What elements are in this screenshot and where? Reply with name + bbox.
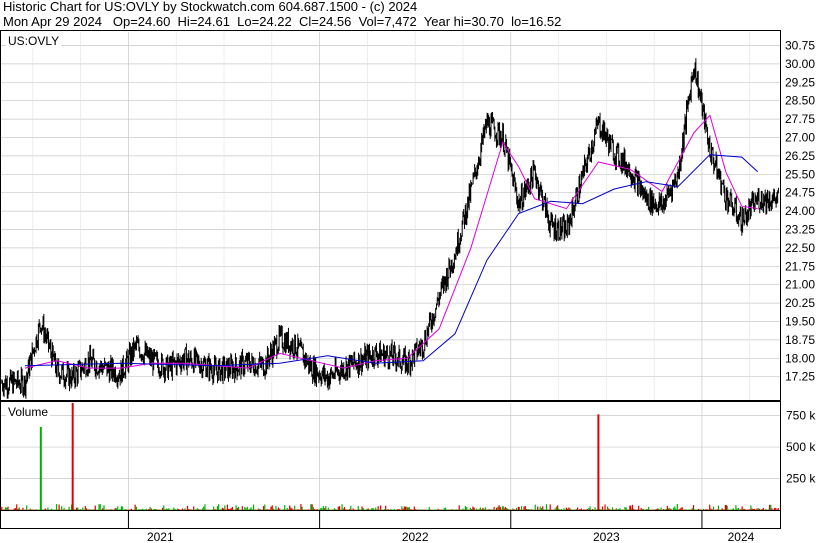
volume-tick-label: 750 k (786, 409, 816, 423)
price-tick-label: 18.00 (785, 351, 815, 365)
price-tick-label: 21.00 (785, 278, 815, 292)
time-axis-frame (0, 510, 781, 529)
price-tick-label: 17.25 (785, 370, 815, 384)
price-tick-label: 28.50 (785, 94, 815, 108)
price-tick-label: 30.75 (785, 38, 815, 52)
price-tick-label: 23.25 (785, 222, 815, 236)
price-panel-frame (0, 30, 781, 401)
price-tick-label: 18.75 (785, 333, 815, 347)
volume-tick-label: 250 k (786, 472, 816, 486)
price-tick-label: 21.75 (785, 259, 815, 273)
price-tick-label: 27.75 (785, 112, 815, 126)
price-tick-label: 29.25 (785, 75, 815, 89)
year-label: 2024 (728, 530, 755, 543)
price-tick-label: 24.75 (785, 186, 815, 200)
price-tick-label: 24.00 (785, 204, 815, 218)
volume-label: Volume (6, 405, 51, 419)
symbol-label: US:OVLY (6, 34, 62, 48)
year-label: 2023 (593, 530, 620, 543)
year-label: 2022 (402, 530, 429, 543)
price-tick-label: 27.00 (785, 130, 815, 144)
price-tick-label: 19.50 (785, 314, 815, 328)
price-tick-label: 30.00 (785, 57, 815, 71)
price-tick-label: 22.50 (785, 241, 815, 255)
volume-tick-label: 500 k (786, 440, 816, 454)
year-label: 2021 (147, 530, 174, 543)
volume-panel-frame (0, 401, 781, 511)
price-tick-label: 25.50 (785, 167, 815, 181)
price-volume-chart: 17.25 18.00 18.75 19.50 20.25 21.00 21.75 22.50… (0, 30, 816, 543)
price-tick-label: 20.25 (785, 296, 815, 310)
price-tick-label: 26.25 (785, 149, 815, 163)
